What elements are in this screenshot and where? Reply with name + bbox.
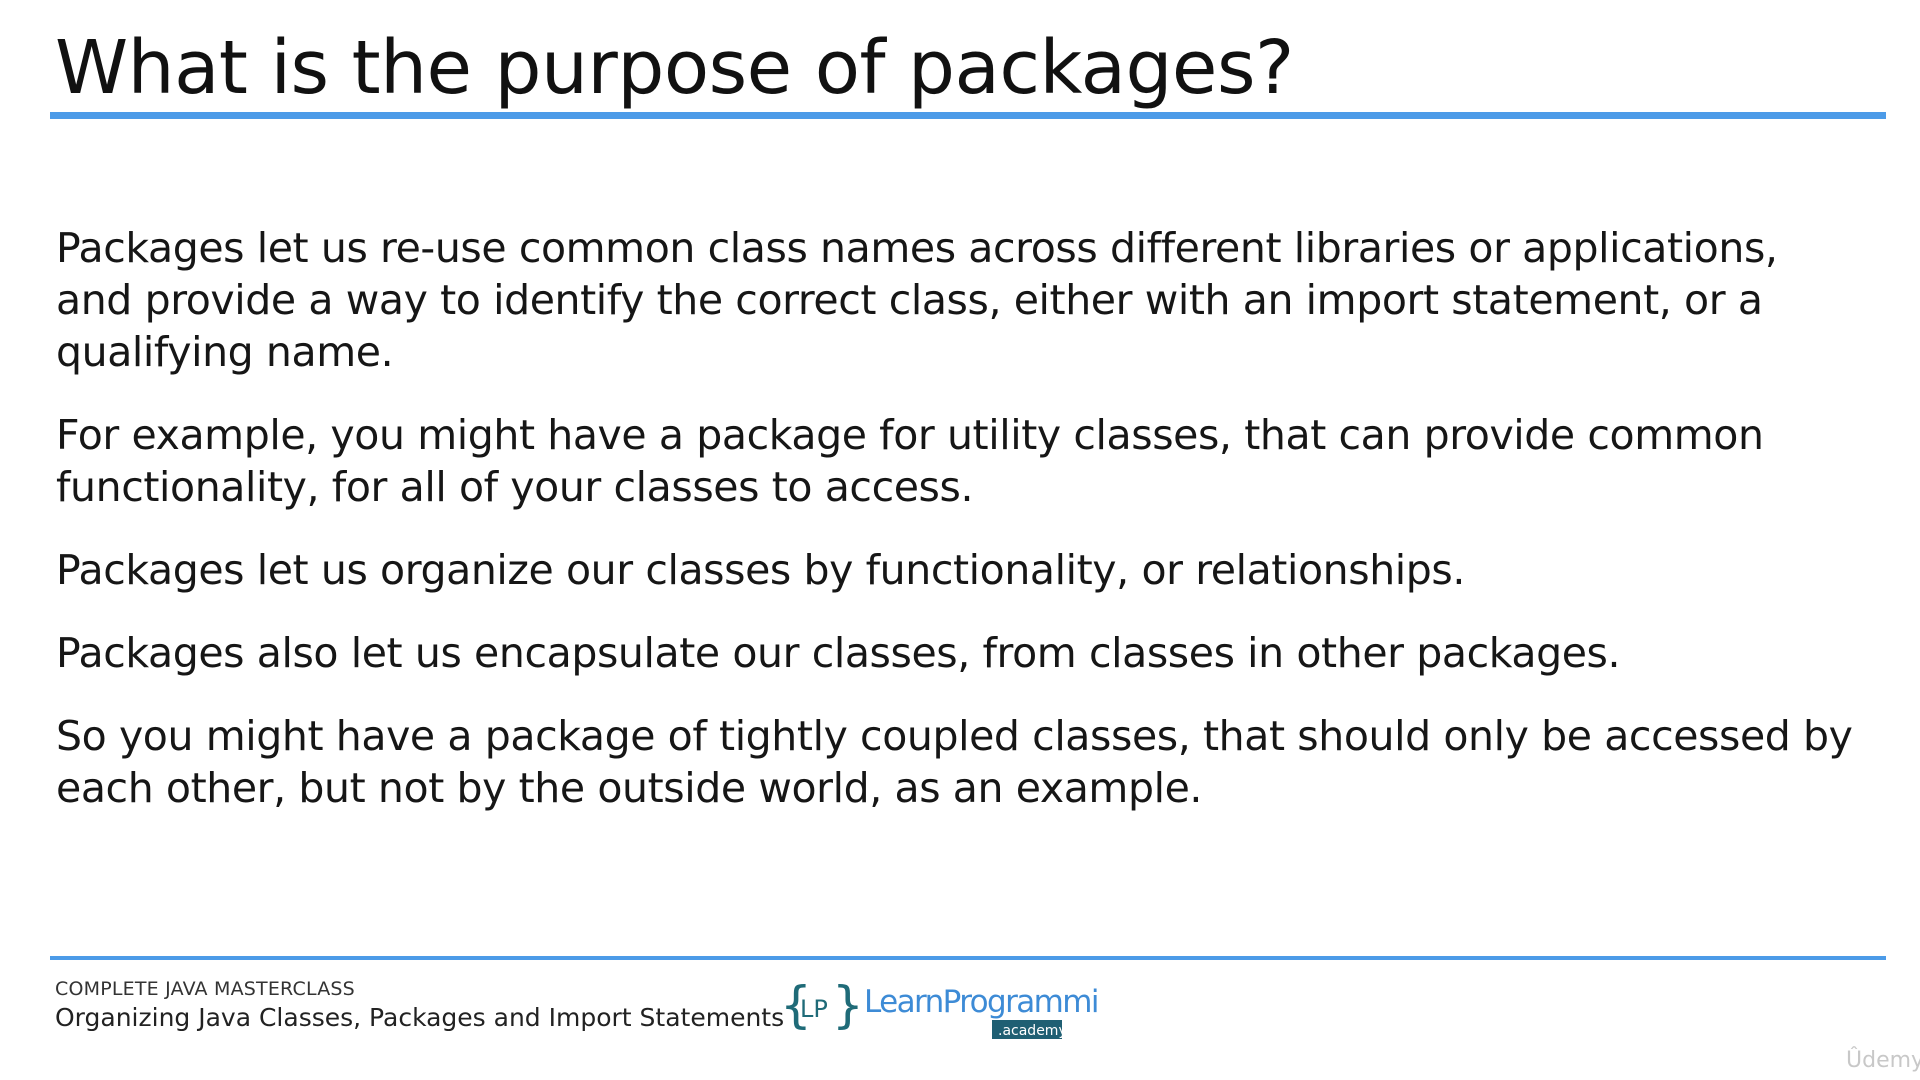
udemy-watermark: Ûdemy — [1846, 1048, 1920, 1073]
paragraph-3: Packages let us organize our classes by … — [56, 546, 1466, 594]
svg-text:}: } — [832, 976, 864, 1034]
paragraph-5: So you might have a package of tightly c… — [56, 712, 1853, 812]
logo-mark: LP — [800, 995, 828, 1023]
logo-sub: .academy — [998, 1023, 1067, 1039]
slide-body: Packages let us re-use common class name… — [56, 222, 1866, 845]
paragraph-4: Packages also let us encapsulate our cla… — [56, 629, 1621, 677]
paragraph-2: For example, you might have a package fo… — [56, 411, 1764, 511]
title-divider — [50, 112, 1886, 119]
footer-divider — [50, 956, 1886, 960]
lecture-title: Organizing Java Classes, Packages and Im… — [55, 1003, 785, 1032]
logo-name: LearnProgramming — [864, 984, 1100, 1020]
lp-braces-logo-icon: { LP } — [780, 976, 864, 1034]
slide-title: What is the purpose of packages? — [55, 25, 1294, 111]
course-name: COMPLETE JAVA MASTERCLASS — [55, 978, 355, 1000]
paragraph-1: Packages let us re-use common class name… — [56, 224, 1778, 376]
learnprogramming-logo: { LP } LearnProgramming .academy — [780, 976, 1100, 1039]
